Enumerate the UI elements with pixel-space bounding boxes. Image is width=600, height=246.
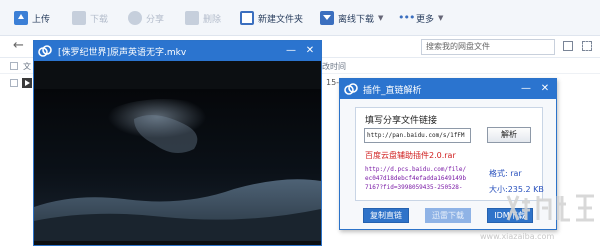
upload-button[interactable]: 上传 bbox=[14, 10, 50, 26]
download-label: 下载 bbox=[90, 14, 109, 25]
new-folder-icon bbox=[240, 11, 254, 25]
back-arrow-icon[interactable]: ← bbox=[13, 38, 24, 53]
file-format-text: 格式: rar bbox=[489, 169, 522, 178]
grid-view-icon[interactable] bbox=[563, 41, 573, 51]
share-link-label: 填写分享文件链接 bbox=[365, 116, 438, 126]
watermark-url: www.xiazaiba.com bbox=[480, 232, 555, 241]
close-icon[interactable]: ✕ bbox=[301, 42, 319, 60]
dialog-titlebar[interactable]: 插件_直链解析 — ✕ bbox=[340, 79, 556, 99]
video-letterbox-top bbox=[34, 61, 321, 89]
copy-link-button[interactable]: 复制直链 bbox=[363, 208, 409, 223]
share-link-input[interactable]: http://pan.baidu.com/s/1fFM bbox=[364, 128, 471, 143]
new-folder-label: 新建文件夹 bbox=[258, 14, 304, 25]
offline-download-button[interactable]: 离线下载 ▼ bbox=[320, 10, 383, 26]
delete-button[interactable]: 删除 bbox=[185, 10, 221, 26]
toolbar: 上传 下载 分享 删除 新建文件夹 离线下载 ▼ ••• 更多 ▼ bbox=[0, 0, 600, 36]
delete-label: 删除 bbox=[203, 14, 222, 25]
direct-link-line: ec047d18debcf4efadda1649149b bbox=[365, 175, 467, 182]
more-button[interactable]: ••• 更多 ▼ bbox=[398, 10, 443, 26]
thunder-download-button[interactable]: 迅雷下载 bbox=[425, 208, 471, 223]
share-icon bbox=[128, 11, 142, 25]
direct-link-line: http://d.pcs.baidu.com/file/ bbox=[365, 166, 467, 173]
video-window-titlebar[interactable]: [侏罗纪世界]原声英语无字.mkv — ✕ bbox=[34, 41, 321, 61]
video-file-icon bbox=[22, 78, 32, 88]
more-dots-icon: ••• bbox=[398, 11, 415, 24]
download-icon bbox=[72, 11, 86, 25]
download-button[interactable]: 下载 bbox=[72, 10, 108, 26]
baidu-cloud-logo-icon bbox=[38, 45, 52, 57]
direct-link-text[interactable]: http://d.pcs.baidu.com/file/ ec047d18deb… bbox=[365, 165, 483, 192]
column-name-header[interactable]: 文 bbox=[23, 61, 31, 72]
minimize-icon[interactable]: — bbox=[517, 80, 535, 98]
row-checkbox[interactable] bbox=[10, 79, 18, 87]
list-view-icon[interactable] bbox=[582, 41, 592, 51]
select-all-checkbox[interactable] bbox=[10, 62, 18, 70]
parser-panel: 填写分享文件链接 http://pan.baidu.com/s/1fFM 解析 … bbox=[355, 107, 544, 201]
chevron-down-icon: ▼ bbox=[438, 14, 444, 22]
upload-label: 上传 bbox=[32, 14, 51, 25]
more-label: 更多 bbox=[416, 14, 435, 25]
row-modified-date: 15- bbox=[326, 78, 340, 87]
video-player-window: [侏罗纪世界]原声英语无字.mkv — ✕ bbox=[33, 40, 322, 246]
chevron-down-icon: ▼ bbox=[378, 14, 384, 22]
share-button[interactable]: 分享 bbox=[128, 10, 164, 26]
video-letterbox-bottom bbox=[34, 241, 321, 245]
video-window-title: [侏罗纪世界]原声英语无字.mkv bbox=[58, 48, 187, 58]
search-input[interactable]: 搜索我的网盘文件 bbox=[421, 39, 555, 55]
baidu-cloud-logo-icon bbox=[344, 83, 358, 95]
share-label: 分享 bbox=[146, 14, 165, 25]
minimize-icon[interactable]: — bbox=[282, 42, 300, 60]
trash-icon bbox=[185, 11, 199, 25]
video-scene-image bbox=[34, 89, 321, 241]
parse-button[interactable]: 解析 bbox=[487, 127, 531, 143]
new-folder-button[interactable]: 新建文件夹 bbox=[240, 10, 303, 26]
file-name-text: 百度云盘辅助插件2.0.rar bbox=[365, 151, 456, 160]
direct-link-line: 7167?fid=3998059435-250528- bbox=[365, 184, 463, 191]
column-modified-header[interactable]: 改时间 bbox=[322, 61, 346, 72]
upload-icon bbox=[14, 11, 28, 25]
dialog-title: 插件_直链解析 bbox=[363, 86, 422, 96]
close-icon[interactable]: ✕ bbox=[536, 80, 554, 98]
offline-download-icon bbox=[320, 11, 334, 25]
video-frame[interactable] bbox=[34, 89, 321, 241]
offline-download-label: 离线下载 bbox=[338, 14, 375, 25]
watermark-logo bbox=[506, 194, 594, 222]
